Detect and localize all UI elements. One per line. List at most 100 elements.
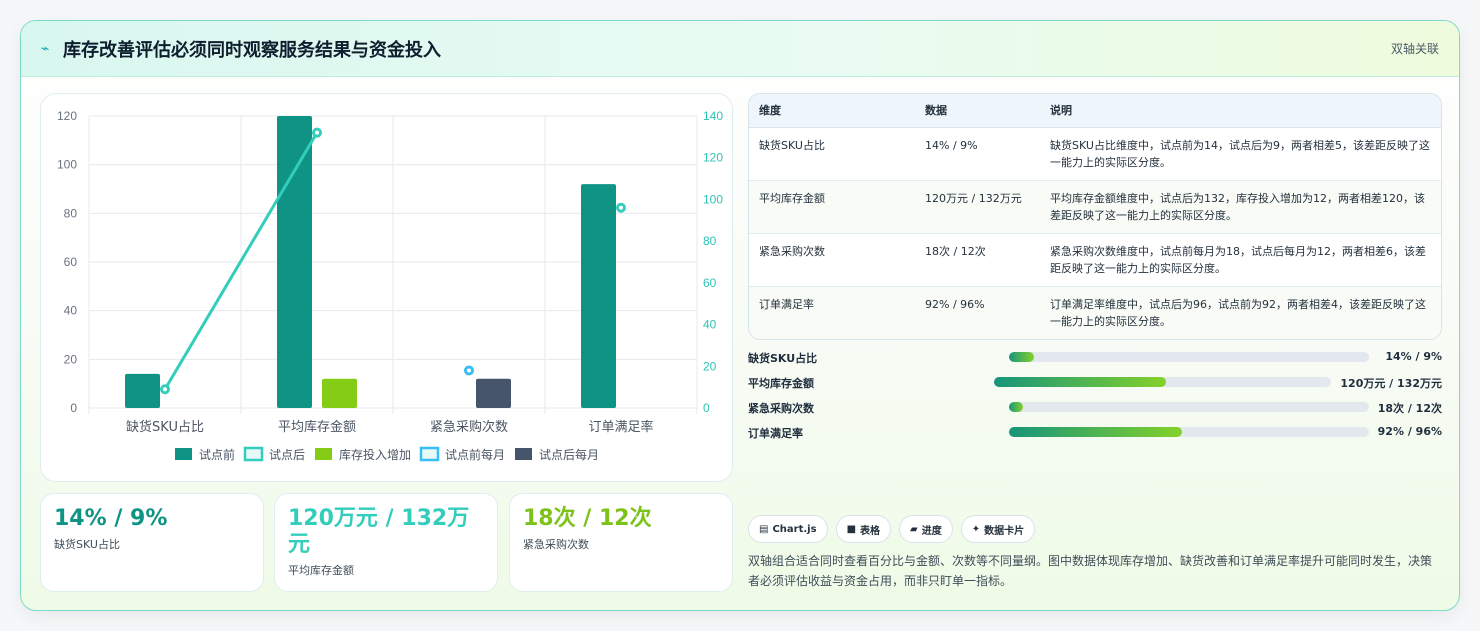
dashboard-card: ⌁ 库存改善评估必须同时观察服务结果与资金投入 双轴关联 0 20 40 60 80 10…: [20, 20, 1460, 611]
progress-fill: [1009, 427, 1182, 437]
table-cell: 紧急采购次数维度中，试点前每月为18，试点后每月为12，两者相差6，该差距反映了…: [1040, 233, 1441, 287]
progress-track: [1009, 427, 1369, 437]
stat-value: 120万元 / 132万元: [288, 506, 470, 557]
table-row: 订单满足率 92% / 96% 订单满足率维度中，试点后为96，试点前为92，两…: [749, 286, 1441, 339]
table-row: 平均库存金额 120万元 / 132万元 平均库存金额维度中，试点后为132，库…: [749, 180, 1441, 234]
stat-value: 18次 / 12次: [523, 506, 652, 531]
progress-row: 紧急采购次数 18次 / 12次: [748, 399, 1442, 424]
legend-label: 试点前每月: [445, 447, 505, 462]
y-right-tick-label: 120: [703, 151, 723, 165]
x-tick-label: 订单满足率: [588, 419, 653, 435]
card-header: ⌁ 库存改善评估必须同时观察服务结果与资金投入 双轴关联: [21, 21, 1459, 77]
table-cell: 缺货SKU占比维度中，试点前为14，试点后为9，两者相差5，该差距反映了这一能力…: [1040, 127, 1441, 181]
table-cell: 平均库存金额: [749, 180, 915, 234]
table-row: 缺货SKU占比 14% / 9% 缺货SKU占比维度中，试点前为14，试点后为9…: [749, 127, 1441, 181]
progress-row: 缺货SKU占比 14% / 9%: [748, 349, 1442, 374]
table-cell: 订单满足率维度中，试点后为96，试点前为92，两者相差4，该差距反映了这一能力上…: [1040, 286, 1441, 339]
x-tick-label: 紧急采购次数: [430, 419, 508, 435]
legend-swatch: [515, 448, 532, 460]
progress-fill: [994, 377, 1166, 387]
y-right-tick-label: 20: [703, 359, 717, 373]
legend-swatch: [175, 448, 192, 460]
progress-track: [1009, 402, 1369, 412]
chip: ▰ 进度: [899, 515, 953, 543]
y-left-tick-label: 0: [70, 401, 77, 415]
progress-fill: [1009, 352, 1035, 362]
stat-label: 缺货SKU占比: [54, 538, 120, 551]
line-point: [160, 384, 170, 395]
progress-list: 缺货SKU占比 14% / 9% 平均库存金额 120万元 / 132万元紧急采购次数…: [748, 349, 1442, 449]
progress-track: [994, 377, 1331, 387]
progress-track: [1009, 352, 1369, 362]
table-cell: 120万元 / 132万元: [915, 180, 1040, 234]
table-header-row: 维度 数据 说明: [749, 94, 1441, 128]
stat-label: 紧急采购次数: [523, 538, 589, 551]
progress-value: 92% / 96%: [1377, 425, 1442, 438]
y-right-tick-label: 100: [703, 192, 723, 206]
bar: [277, 116, 312, 408]
chip: ■ 表格: [835, 515, 892, 543]
table-cell: 平均库存金额维度中，试点后为132，库存投入增加为12，两者相差120，该差距反…: [1040, 180, 1441, 234]
progress-label: 紧急采购次数: [748, 402, 814, 415]
column-header: 维度: [749, 94, 915, 128]
y-left-tick-label: 20: [64, 352, 78, 366]
table-icon: ■: [846, 523, 857, 535]
x-tick-label: 平均库存金额: [278, 419, 356, 435]
y-left-tick-label: 100: [57, 158, 77, 172]
stat-cards: 14% / 9% 缺货SKU占比 120万元 / 132万元 平均库存金额 18…: [40, 493, 733, 592]
progress-value: 14% / 9%: [1385, 350, 1442, 363]
progress-value: 120万元 / 132万元: [1340, 377, 1442, 390]
column-header: 说明: [1040, 94, 1441, 128]
chip: ✦ 数据卡片: [960, 515, 1036, 543]
progress-icon: ▰: [910, 523, 918, 535]
legend-swatch: [419, 446, 440, 462]
y-right-tick-label: 60: [703, 276, 717, 290]
stat-card: 18次 / 12次 紧急采购次数: [509, 493, 733, 592]
legend-label: 库存投入增加: [339, 447, 411, 462]
table-cell: 紧急采购次数: [749, 233, 915, 287]
tech-chips: ▤ Chart.js ■ 表格 ▰ 进度 ✦ 数据卡片: [748, 515, 1036, 543]
chip: ▤ Chart.js: [748, 515, 828, 543]
chip-label: Chart.js: [772, 523, 817, 535]
table-cell: 14% / 9%: [915, 127, 1040, 181]
progress-value: 18次 / 12次: [1377, 402, 1442, 415]
progress-row: 订单满足率 92% / 96%: [748, 424, 1442, 449]
legend-label: 试点后每月: [539, 447, 599, 462]
chip-label: 数据卡片: [984, 525, 1025, 537]
page-title: 库存改善评估必须同时观察服务结果与资金投入: [63, 39, 441, 61]
y-right-tick-label: 0: [703, 401, 710, 415]
line-point: [616, 202, 626, 213]
legend-swatch: [243, 446, 264, 462]
bar: [322, 378, 357, 408]
progress-label: 订单满足率: [748, 427, 803, 440]
sparkle-icon: ✦: [971, 523, 981, 535]
stat-label: 平均库存金额: [288, 564, 354, 577]
legend-label: 试点前: [199, 447, 235, 462]
series-point: [464, 365, 474, 376]
progress-fill: [1009, 402, 1024, 412]
column-header: 数据: [915, 94, 1040, 128]
y-right-tick-label: 80: [703, 234, 717, 248]
stat-card: 14% / 9% 缺货SKU占比: [40, 493, 264, 592]
bar: [125, 373, 160, 408]
y-right-tick-label: 40: [703, 318, 717, 332]
table-cell: 订单满足率: [749, 286, 915, 339]
stat-card: 120万元 / 132万元 平均库存金额: [274, 493, 498, 592]
bar: [581, 184, 616, 408]
combo-chart-panel: 0 20 40 60 80 100 120 0 20 40 60 80 100 120 140 缺货SKU占比…: [40, 93, 733, 482]
y-right-tick-label: 140: [703, 109, 723, 123]
chart-icon: ▤: [759, 523, 769, 535]
y-left-tick-label: 80: [64, 206, 78, 220]
dual-axis-tag: 双轴关联: [1390, 42, 1439, 56]
progress-row: 平均库存金额 120万元 / 132万元: [748, 374, 1442, 399]
trend-icon: ⌁: [41, 40, 50, 57]
progress-label: 平均库存金额: [748, 377, 814, 390]
data-table: 维度 数据 说明 缺货SKU占比 14% / 9% 缺货SKU占比维度中，试点前…: [748, 93, 1442, 340]
table-cell: 缺货SKU占比: [749, 127, 915, 181]
summary-note: 双轴组合适合同时查看百分比与金额、次数等不同量纲。图中数据体现库存增加、缺货改善…: [748, 554, 1433, 588]
x-tick-label: 缺货SKU占比: [126, 419, 204, 435]
legend-label: 试点后: [269, 447, 305, 462]
y-left-tick-label: 60: [64, 255, 78, 269]
y-left-tick-label: 40: [64, 304, 78, 318]
legend-swatch: [315, 448, 332, 460]
